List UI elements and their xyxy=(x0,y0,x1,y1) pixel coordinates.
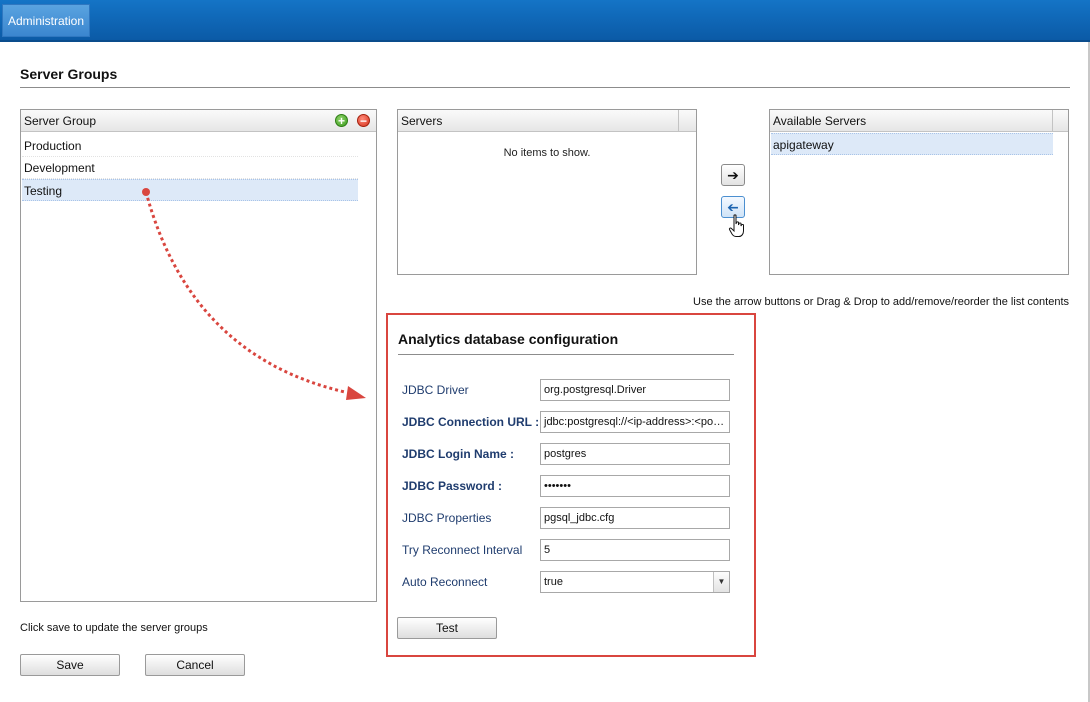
server-group-header-label: Server Group xyxy=(24,114,97,128)
auto-reconnect-label: Auto Reconnect xyxy=(402,575,488,589)
servers-header-label: Servers xyxy=(401,114,443,128)
drag-drop-hint: Use the arrow buttons or Drag & Drop to … xyxy=(693,296,1070,308)
chevron-down-icon[interactable]: ▼ xyxy=(713,572,729,592)
analytics-config-box: Analytics database configuration JDBC Dr… xyxy=(386,313,756,657)
jdbc-connection-url-input[interactable]: jdbc:postgresql://<ip-address>:<port> xyxy=(540,411,730,433)
page-title: Server Groups xyxy=(20,66,1070,88)
available-servers-header: Available Servers xyxy=(770,110,1068,132)
available-servers-panel: Available Servers apigateway xyxy=(769,109,1069,275)
jdbc-password-label: JDBC Password : xyxy=(402,479,503,493)
test-button[interactable]: Test xyxy=(397,617,497,639)
available-servers-header-label: Available Servers xyxy=(773,114,867,128)
available-server-item-apigateway[interactable]: apigateway xyxy=(771,133,1053,155)
try-reconnect-interval-input[interactable]: 5 xyxy=(540,539,730,561)
jdbc-password-input[interactable]: ••••••• xyxy=(540,475,730,497)
save-hint: Click save to update the server groups xyxy=(20,622,208,634)
analytics-config-title: Analytics database configuration xyxy=(398,331,734,355)
try-reconnect-interval-label: Try Reconnect Interval xyxy=(402,543,523,557)
annotation-arrow xyxy=(142,188,366,400)
server-group-header: Server Group + − xyxy=(21,110,376,132)
jdbc-properties-label: JDBC Properties xyxy=(402,511,492,525)
jdbc-driver-label: JDBC Driver xyxy=(402,383,469,397)
jdbc-properties-input[interactable]: pgsql_jdbc.cfg xyxy=(540,507,730,529)
jdbc-driver-input[interactable]: org.postgresql.Driver xyxy=(540,379,730,401)
remove-group-icon[interactable]: − xyxy=(357,114,370,127)
auto-reconnect-value: true xyxy=(544,576,563,588)
arrow-left-icon: ➔ xyxy=(727,198,739,215)
jdbc-connection-url-label: JDBC Connection URL : xyxy=(402,415,540,429)
move-right-button[interactable]: ➔ xyxy=(721,164,745,186)
server-group-item-development[interactable]: Development xyxy=(22,157,358,179)
add-group-icon[interactable]: + xyxy=(335,114,348,127)
server-group-item-production[interactable]: Production xyxy=(22,135,358,157)
servers-header: Servers xyxy=(398,110,696,132)
top-navigation-bar xyxy=(0,0,1090,42)
hand-cursor-icon xyxy=(728,214,744,237)
jdbc-login-name-label: JDBC Login Name : xyxy=(402,447,515,461)
jdbc-login-name-input[interactable]: postgres xyxy=(540,443,730,465)
save-button[interactable]: Save xyxy=(20,654,120,676)
arrow-right-icon: ➔ xyxy=(727,166,739,183)
servers-empty-text: No items to show. xyxy=(503,147,591,159)
cancel-button[interactable]: Cancel xyxy=(145,654,245,676)
servers-panel: Servers No items to show. xyxy=(397,109,697,275)
auto-reconnect-select[interactable]: true ▼ xyxy=(540,571,730,593)
tab-administration[interactable]: Administration xyxy=(2,4,90,37)
